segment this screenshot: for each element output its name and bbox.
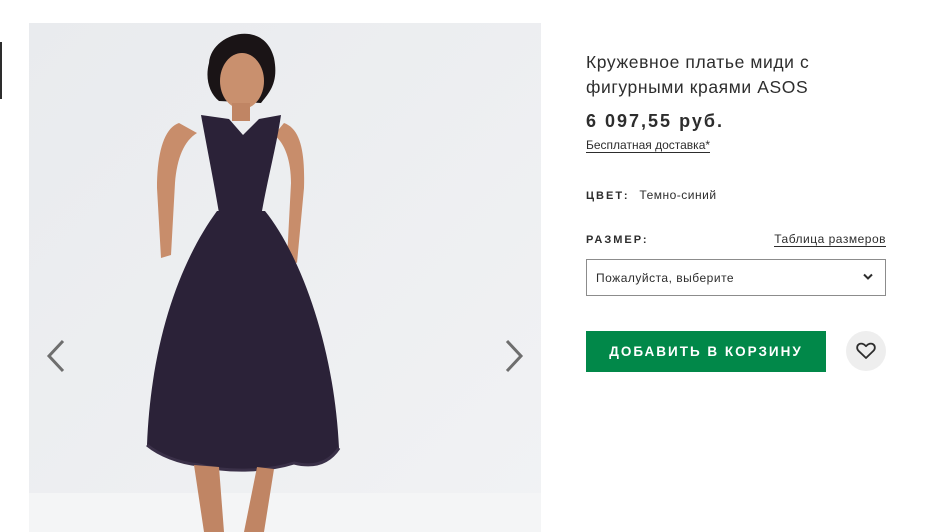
chevron-right-icon: [505, 339, 524, 373]
color-value: Темно-синий: [639, 188, 717, 202]
gallery-prev-button[interactable]: [43, 338, 69, 374]
color-label: ЦВЕТ:: [586, 190, 630, 202]
add-to-bag-button[interactable]: ДОБАВИТЬ В КОРЗИНУ: [586, 331, 826, 372]
product-image-gallery[interactable]: [29, 23, 541, 532]
chevron-left-icon: [46, 339, 65, 373]
save-for-later-button[interactable]: [846, 331, 886, 371]
size-guide-link[interactable]: Таблица размеров: [774, 232, 886, 247]
left-edge-marker: [0, 42, 2, 99]
product-photo: [29, 23, 541, 532]
free-delivery-link[interactable]: Бесплатная доставка*: [586, 138, 711, 153]
size-row: РАЗМЕР: Таблица размеров: [586, 232, 886, 247]
product-title: Кружевное платье миди с фигурными краями…: [586, 52, 810, 97]
product-info: Кружевное платье миди с фигурными краями…: [586, 50, 886, 154]
heart-icon: [856, 342, 876, 359]
chevron-down-icon: [863, 273, 873, 280]
gallery-next-button[interactable]: [501, 338, 527, 374]
size-label: РАЗМЕР:: [586, 234, 649, 246]
size-select[interactable]: Пожалуйста, выберите: [586, 259, 886, 296]
size-select-value: Пожалуйста, выберите: [596, 271, 735, 285]
product-price: 6 097,55 руб.: [586, 111, 724, 131]
color-row: ЦВЕТ: Темно-синий: [586, 188, 717, 202]
